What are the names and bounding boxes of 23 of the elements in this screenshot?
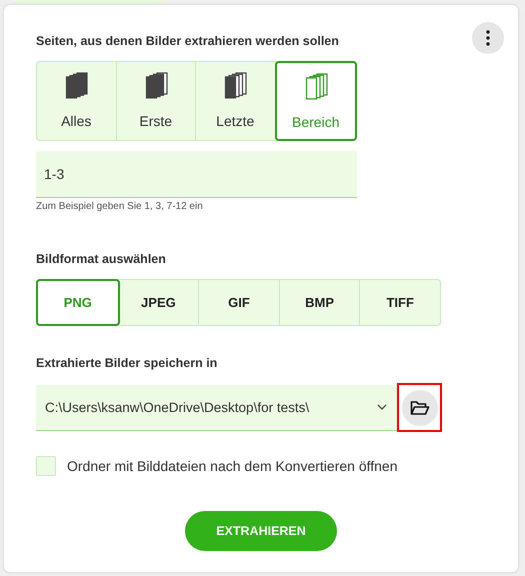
format-tab[interactable]: GIF [199,280,280,325]
checkbox-label: Ordner mit Bilddateien nach dem Konvertieren öffnen [67,458,398,474]
hint-text: Zum Beispiel geben Sie 1, 3, 7-12 ein [36,201,204,212]
format-tab[interactable]: TIFF [360,280,440,325]
section-label: Seiten, aus denen Bilder extrahieren werden sollen [36,34,340,50]
page-mode-button[interactable]: Bereich [274,61,357,141]
pages-icon [222,72,248,100]
browse-folder-button[interactable] [402,390,438,426]
chevron-down-icon [377,404,387,410]
checkbox[interactable] [36,456,56,476]
more-options-button[interactable] [472,22,504,54]
section-label: Bildformat auswählen [36,252,167,268]
page-mode-button[interactable]: Alles [37,62,116,140]
folder-open-icon [410,400,430,416]
format-tab[interactable]: PNG [36,279,120,326]
section-label: Extrahierte Bilder speichern in [36,356,218,372]
page-mode-button[interactable]: Erste [116,62,196,140]
pages-icon [63,72,90,100]
path-dropdown[interactable]: C:\Users\ksanw\OneDrive\Desktop\for tests\ [36,384,397,430]
more-vertical-icon [486,30,490,46]
range-input-field[interactable]: 1-3 [36,151,357,198]
format-tab[interactable]: BMP [280,280,360,325]
format-tab[interactable]: JPEG [118,280,200,325]
